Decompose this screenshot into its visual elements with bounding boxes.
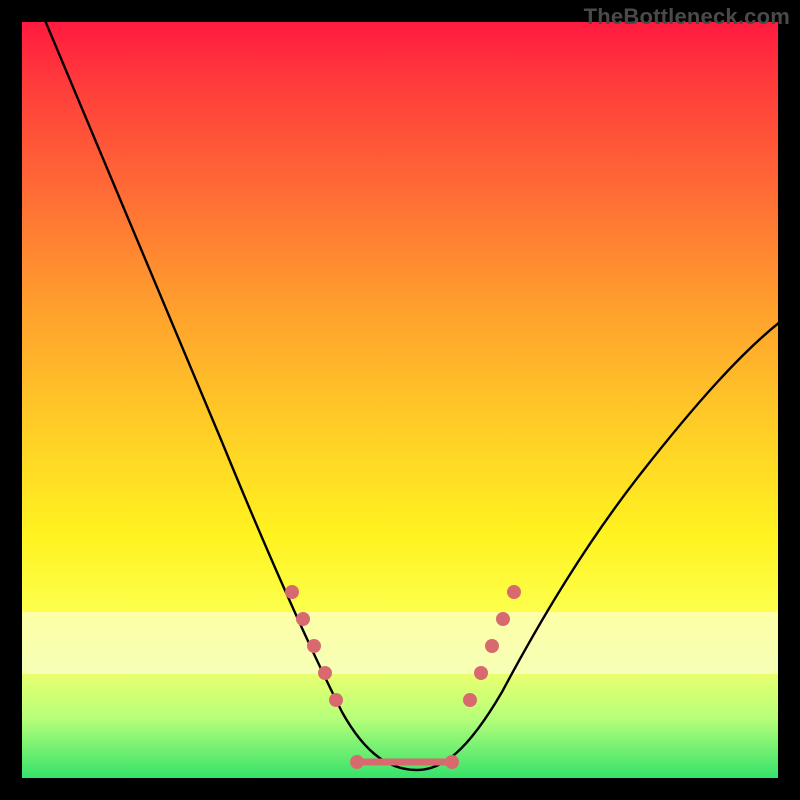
right-marker-4 <box>496 612 510 626</box>
left-marker-2 <box>296 612 310 626</box>
left-marker-4 <box>318 666 332 680</box>
bottleneck-curve <box>44 22 778 770</box>
left-marker-1 <box>285 585 299 599</box>
right-marker-1 <box>463 693 477 707</box>
right-marker-3 <box>485 639 499 653</box>
valley-end-right <box>445 755 459 769</box>
left-marker-5 <box>329 693 343 707</box>
chart-svg <box>22 22 778 778</box>
right-marker-2 <box>474 666 488 680</box>
watermark-text: TheBottleneck.com <box>584 4 790 30</box>
plot-area <box>22 22 778 778</box>
left-marker-3 <box>307 639 321 653</box>
valley-end-left <box>350 755 364 769</box>
right-marker-5 <box>507 585 521 599</box>
